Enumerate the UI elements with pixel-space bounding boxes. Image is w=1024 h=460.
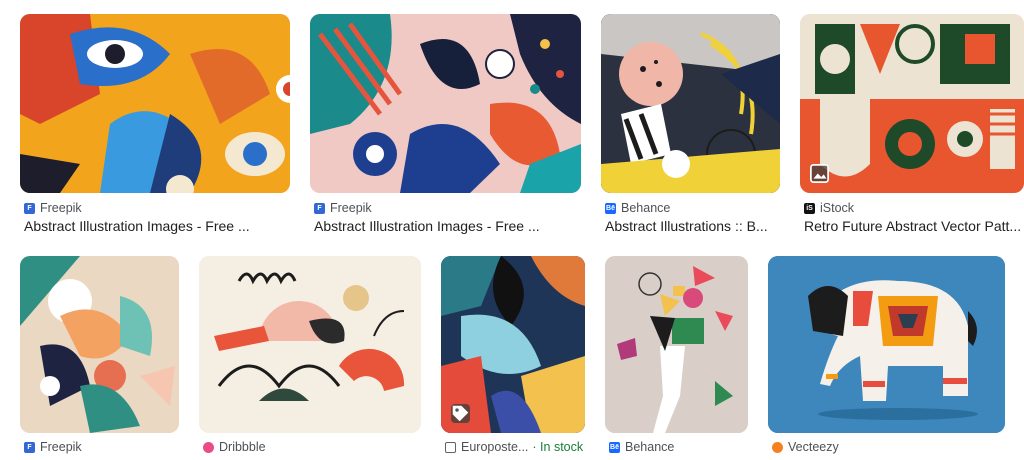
result-image-8[interactable]: [605, 256, 748, 433]
tag-icon: [452, 405, 469, 422]
result-image-7[interactable]: [441, 256, 585, 433]
source-name: Europoste...: [461, 440, 529, 454]
source-name: Freepik: [40, 440, 82, 454]
result-title[interactable]: Abstract Illustration Images - Free ...: [24, 218, 290, 234]
result-title[interactable]: Abstract Illustrations :: B...: [605, 218, 780, 234]
image-icon: [810, 164, 829, 183]
vecteezy-icon: [772, 441, 783, 453]
source-name: Freepik: [40, 201, 82, 215]
result-source[interactable]: F Freepik: [24, 440, 82, 454]
result-source[interactable]: iS iStock: [804, 201, 854, 215]
result-source[interactable]: F Freepik: [314, 201, 372, 215]
freepik-icon: F: [24, 202, 35, 214]
result-image-6[interactable]: [199, 256, 421, 433]
freepik-icon: F: [314, 202, 325, 214]
source-name: Behance: [625, 440, 675, 454]
result-source[interactable]: F Freepik: [24, 201, 82, 215]
result-image-4[interactable]: [800, 14, 1024, 193]
result-title[interactable]: Retro Future Abstract Vector Patt...: [804, 218, 1022, 234]
image-badge: [810, 164, 829, 183]
result-image-2[interactable]: [310, 14, 581, 193]
result-source[interactable]: Europoste... · In stock: [445, 440, 583, 454]
freepik-icon: F: [24, 441, 35, 453]
source-name: Vecteezy: [788, 440, 839, 454]
result-source[interactable]: Dribbble: [203, 440, 266, 454]
dribbble-icon: [203, 441, 214, 453]
behance-icon: Bē: [605, 202, 616, 214]
result-source[interactable]: Bē Behance: [605, 201, 670, 215]
source-name: iStock: [820, 201, 855, 215]
result-image-9[interactable]: [768, 256, 1005, 433]
behance-icon: Bē: [609, 441, 620, 453]
result-image-5[interactable]: [20, 256, 179, 433]
result-source[interactable]: Vecteezy: [772, 440, 839, 454]
tag-badge: [451, 404, 470, 423]
istock-icon: iS: [804, 202, 815, 214]
result-title[interactable]: Abstract Illustration Images - Free ...: [314, 218, 581, 234]
result-image-3[interactable]: [601, 14, 780, 193]
source-name: Dribbble: [219, 440, 266, 454]
stock-status: · In stock: [532, 440, 584, 454]
europoster-icon: [445, 441, 456, 453]
source-name: Behance: [621, 201, 671, 215]
result-image-1[interactable]: [20, 14, 290, 193]
result-source[interactable]: Bē Behance: [609, 440, 674, 454]
source-name: Freepik: [330, 201, 372, 215]
